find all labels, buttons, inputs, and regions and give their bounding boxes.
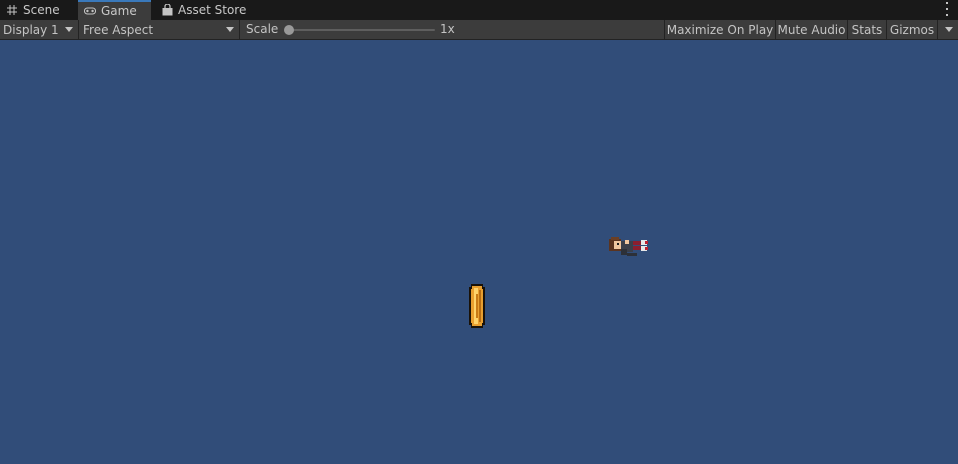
gizmos-label: Gizmos [889,22,935,37]
gamepad-icon [84,5,96,17]
scale-slider[interactable] [289,29,435,31]
display-dropdown[interactable]: Display 1 [0,20,79,39]
scale-label: Scale [246,22,279,36]
tab-scene[interactable]: Scene [0,0,78,20]
player-character-icon [607,231,651,261]
window-tab-bar: Scene Game Asset Store [0,0,958,20]
stats-toggle[interactable]: Stats [848,20,887,39]
chevron-down-icon [945,27,953,32]
shopping-bag-icon [161,4,173,16]
game-viewport[interactable] [0,40,958,464]
mute-audio-toggle[interactable]: Mute Audio [776,20,848,39]
maximize-on-play-toggle[interactable]: Maximize On Play [664,20,776,39]
more-options-icon[interactable] [944,2,950,16]
scale-slider-thumb[interactable] [284,25,294,35]
game-view-toolbar: Display 1 Free Aspect Scale 1x Maximize … [0,20,958,40]
tab-game-label: Game [101,4,137,18]
maximize-on-play-label: Maximize On Play [666,22,774,37]
tab-scene-label: Scene [23,3,60,17]
gizmos-toggle[interactable]: Gizmos [887,20,938,39]
aspect-dropdown-label: Free Aspect [83,22,154,37]
stats-label: Stats [851,22,883,37]
tab-asset-store-label: Asset Store [178,3,247,17]
chevron-down-icon [65,27,73,32]
gizmos-dropdown[interactable] [938,20,958,39]
aspect-dropdown[interactable]: Free Aspect [79,20,240,39]
tab-game[interactable]: Game [78,0,151,20]
mute-audio-label: Mute Audio [777,22,846,37]
grid-icon [6,4,18,16]
chevron-down-icon [226,27,234,32]
display-dropdown-label: Display 1 [3,22,59,37]
gold-coin-icon [467,284,487,328]
tab-asset-store[interactable]: Asset Store [155,0,250,20]
scale-value: 1x [440,22,455,36]
